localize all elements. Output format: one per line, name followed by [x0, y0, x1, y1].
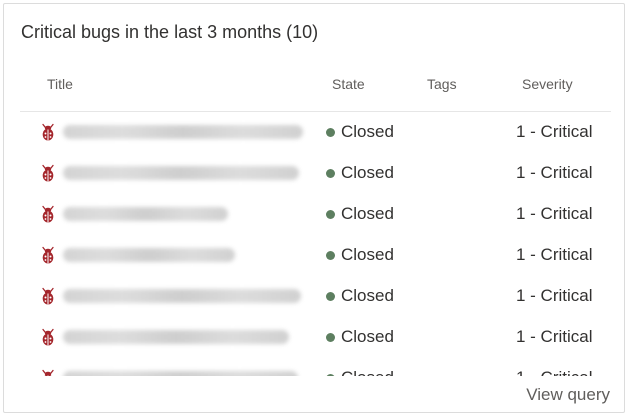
column-header-severity[interactable]: Severity [522, 76, 573, 92]
view-query-link[interactable]: View query [526, 385, 610, 405]
redacted-title[interactable] [63, 371, 298, 376]
redacted-title[interactable] [63, 330, 289, 344]
column-header-tags[interactable]: Tags [427, 76, 457, 92]
table-row[interactable]: Closed 1 - Critical [20, 317, 611, 358]
severity-value: 1 - Critical [516, 163, 593, 182]
bug-icon [40, 369, 56, 376]
redacted-title[interactable] [63, 125, 303, 139]
status-dot-icon [326, 128, 335, 137]
severity-value: 1 - Critical [516, 368, 593, 376]
redacted-title[interactable] [63, 289, 301, 303]
severity-value: 1 - Critical [516, 204, 593, 223]
bug-icon [40, 164, 56, 182]
widget-title: Critical bugs in the last 3 months (10) [21, 22, 319, 42]
table-row[interactable]: Closed 1 - Critical [20, 235, 611, 276]
bug-icon [40, 246, 56, 264]
state-value: Closed [341, 327, 394, 346]
status-dot-icon [326, 251, 335, 260]
status-dot-icon [326, 374, 335, 376]
state-value: Closed [341, 163, 394, 182]
bugs-table: Title State Tags Severity Closed 1 - Crit… [20, 66, 611, 376]
status-dot-icon [326, 292, 335, 301]
status-dot-icon [326, 169, 335, 178]
state-value: Closed [341, 286, 394, 305]
table-row[interactable]: Closed 1 - Critical [20, 276, 611, 317]
severity-value: 1 - Critical [516, 327, 593, 346]
status-dot-icon [326, 210, 335, 219]
redacted-title[interactable] [63, 207, 228, 221]
severity-value: 1 - Critical [516, 245, 593, 264]
bug-icon [40, 328, 56, 346]
table-header: Title State Tags Severity [20, 66, 611, 112]
bug-icon [40, 205, 56, 223]
table-row[interactable]: Closed 1 - Critical [20, 358, 611, 376]
column-header-title[interactable]: Title [47, 76, 73, 92]
bug-icon [40, 123, 56, 141]
severity-value: 1 - Critical [516, 122, 593, 141]
state-value: Closed [341, 245, 394, 264]
redacted-title[interactable] [63, 248, 235, 262]
redacted-title[interactable] [63, 166, 299, 180]
severity-value: 1 - Critical [516, 286, 593, 305]
table-row[interactable]: Closed 1 - Critical [20, 112, 611, 153]
table-body: Closed 1 - Critical Closed 1 - Critical Clos… [20, 112, 611, 376]
state-value: Closed [341, 368, 394, 376]
bug-icon [40, 287, 56, 305]
table-row[interactable]: Closed 1 - Critical [20, 153, 611, 194]
critical-bugs-widget: Critical bugs in the last 3 months (10) … [3, 3, 625, 413]
state-value: Closed [341, 122, 394, 141]
status-dot-icon [326, 333, 335, 342]
table-row[interactable]: Closed 1 - Critical [20, 194, 611, 235]
column-header-state[interactable]: State [332, 76, 365, 92]
state-value: Closed [341, 204, 394, 223]
